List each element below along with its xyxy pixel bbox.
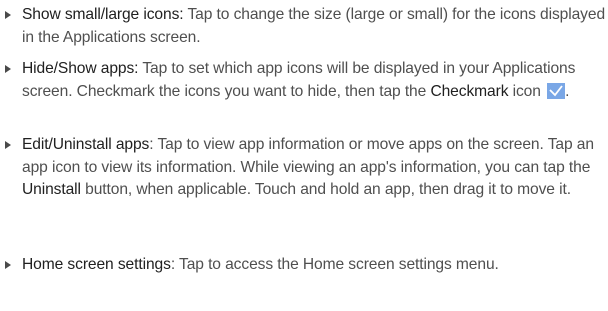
- inline-term: Uninstall: [22, 181, 81, 198]
- list-item-text: Home screen settings: Tap to access the …: [22, 254, 605, 277]
- list-item-text: Edit/Uninstall apps: Tap to view app inf…: [22, 134, 605, 202]
- list-item: Edit/Uninstall apps: Tap to view app inf…: [5, 134, 605, 202]
- bullet-arrow-icon: [5, 141, 11, 149]
- checkmark-icon: [547, 82, 566, 99]
- item-body-after: icon: [508, 82, 541, 100]
- list-item-text: Show small/large icons: Tap to change th…: [22, 4, 605, 49]
- bullet-arrow-icon: [5, 65, 11, 73]
- item-body-after: button, when applicable. Touch and hold …: [80, 181, 571, 198]
- document-page: Show small/large icons: Tap to change th…: [0, 0, 608, 311]
- item-body: : Tap to access the Home screen settings…: [170, 256, 499, 273]
- item-term: Edit/Uninstall apps: [22, 136, 150, 153]
- item-term: Hide/Show apps:: [22, 60, 139, 77]
- item-end: .: [565, 82, 570, 100]
- list-item: Home screen settings: Tap to access the …: [5, 254, 605, 277]
- inline-term: Checkmark: [430, 82, 509, 100]
- item-term: Home screen settings: [22, 256, 171, 273]
- list-item: Show small/large icons: Tap to change th…: [5, 4, 605, 49]
- list-item-text: Hide/Show apps: Tap to set which app ico…: [22, 58, 605, 103]
- item-term: Show small/large icons:: [22, 6, 184, 23]
- list-item: Hide/Show apps: Tap to set which app ico…: [5, 58, 605, 103]
- bullet-arrow-icon: [5, 11, 11, 19]
- bullet-arrow-icon: [5, 261, 11, 269]
